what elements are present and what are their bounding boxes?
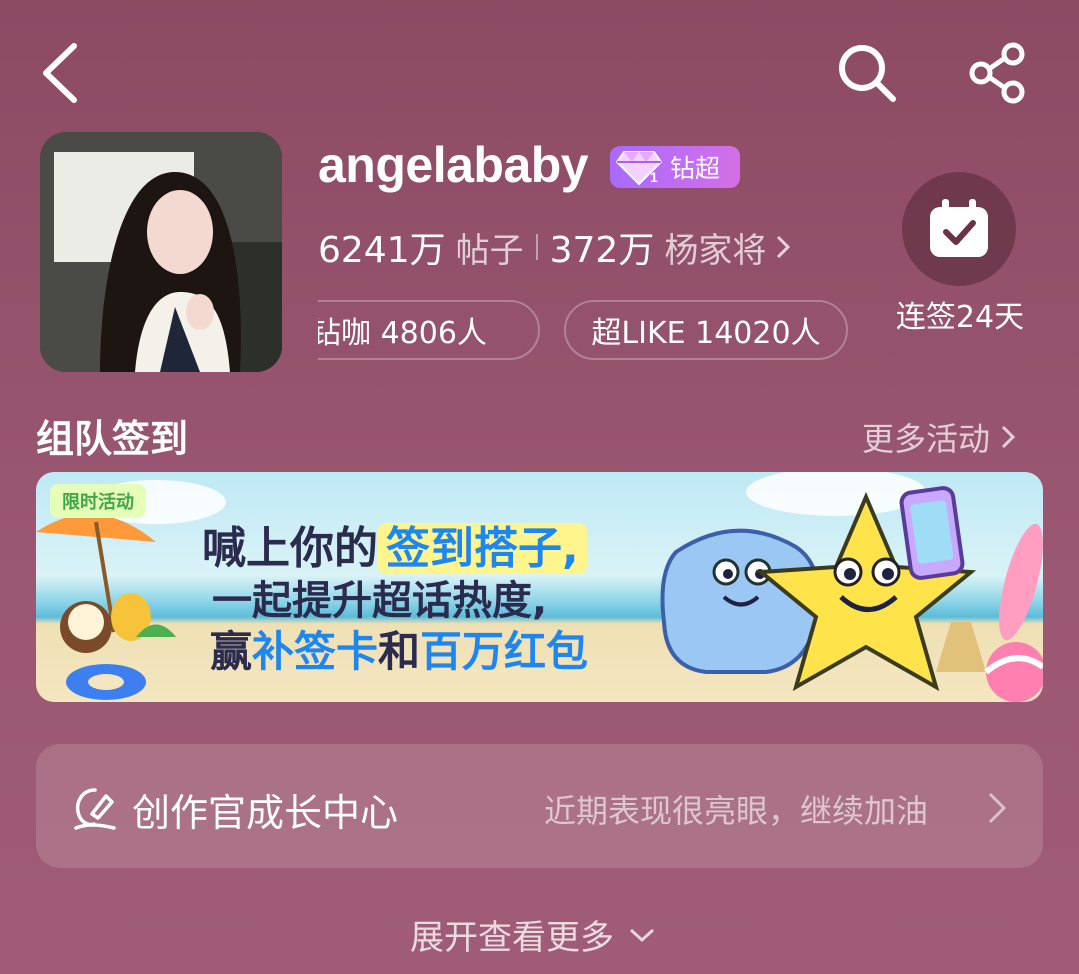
banner-line-3-c: 和 xyxy=(378,627,421,676)
badge-label: 钻超 xyxy=(670,154,721,183)
members-label: 杨家将 xyxy=(664,230,767,271)
svg-text:1: 1 xyxy=(650,169,658,185)
avatar-photo xyxy=(40,132,282,372)
creator-pen-icon xyxy=(70,784,120,834)
posts-label: 帖子 xyxy=(455,230,524,271)
share-icon xyxy=(969,42,1025,104)
chevron-right-icon xyxy=(1001,425,1016,449)
username: angelababy xyxy=(318,137,589,193)
avatar[interactable] xyxy=(40,132,282,372)
banner-line-1-text: 喊上你的 xyxy=(202,523,378,574)
stats-divider xyxy=(535,234,538,260)
diamond-fans-pill[interactable]: 钻咖 4806人 xyxy=(318,300,540,360)
section-title: 组队签到 xyxy=(36,417,189,461)
posts-count: 6241万 xyxy=(318,230,446,271)
search-icon xyxy=(839,45,896,102)
super-like-pill[interactable]: 超LIKE 14020人 xyxy=(564,300,848,360)
chevron-left-icon xyxy=(43,43,77,103)
banner-line-3-b: 补签卡 xyxy=(252,627,379,676)
creator-center-desc: 近期表现很亮眼，继续加油 xyxy=(544,792,929,830)
fan-pill-strip[interactable]: 钻咖 4806人 超LIKE 14020人 xyxy=(318,300,858,360)
team-checkin-banner[interactable]: 限时活动 喊上你的 签到搭子, 一起提升超话热度, 赢补签卡和百万红包 xyxy=(36,472,1043,702)
checkin-button[interactable] xyxy=(902,172,1016,286)
banner-line-1-highlight: 签到搭子, xyxy=(378,523,587,574)
banner-line-3: 赢补签卡和百万红包 xyxy=(210,618,588,679)
chevron-right-icon xyxy=(777,235,791,259)
limited-event-tag: 限时活动 xyxy=(50,484,146,518)
stats-row[interactable]: 6241万 帖子 372万 杨家将 xyxy=(318,222,792,272)
checkin-streak: 连签24天 xyxy=(895,300,1025,335)
more-activities-label: 更多活动 xyxy=(862,420,991,458)
banner-line-1: 喊上你的 签到搭子, xyxy=(202,512,587,576)
share-button[interactable] xyxy=(962,38,1034,108)
chevron-right-icon xyxy=(986,790,1008,830)
calendar-check-icon xyxy=(930,199,988,257)
expand-more-label: 展开查看更多 xyxy=(410,918,614,958)
members-count: 372万 xyxy=(549,230,655,271)
diamond-icon: 1 xyxy=(610,146,668,188)
diamond-super-badge[interactable]: 1 钻超 xyxy=(610,146,740,188)
back-button[interactable] xyxy=(28,38,92,108)
chevron-down-icon xyxy=(629,928,655,942)
creator-center-title: 创作官成长中心 xyxy=(132,791,399,835)
expand-more-button[interactable]: 展开查看更多 xyxy=(410,910,656,959)
more-activities-link[interactable]: 更多活动 xyxy=(862,414,1016,460)
banner-line-3-a: 赢 xyxy=(210,627,253,676)
search-button[interactable] xyxy=(832,38,902,108)
banner-line-3-d: 百万红包 xyxy=(420,627,589,676)
